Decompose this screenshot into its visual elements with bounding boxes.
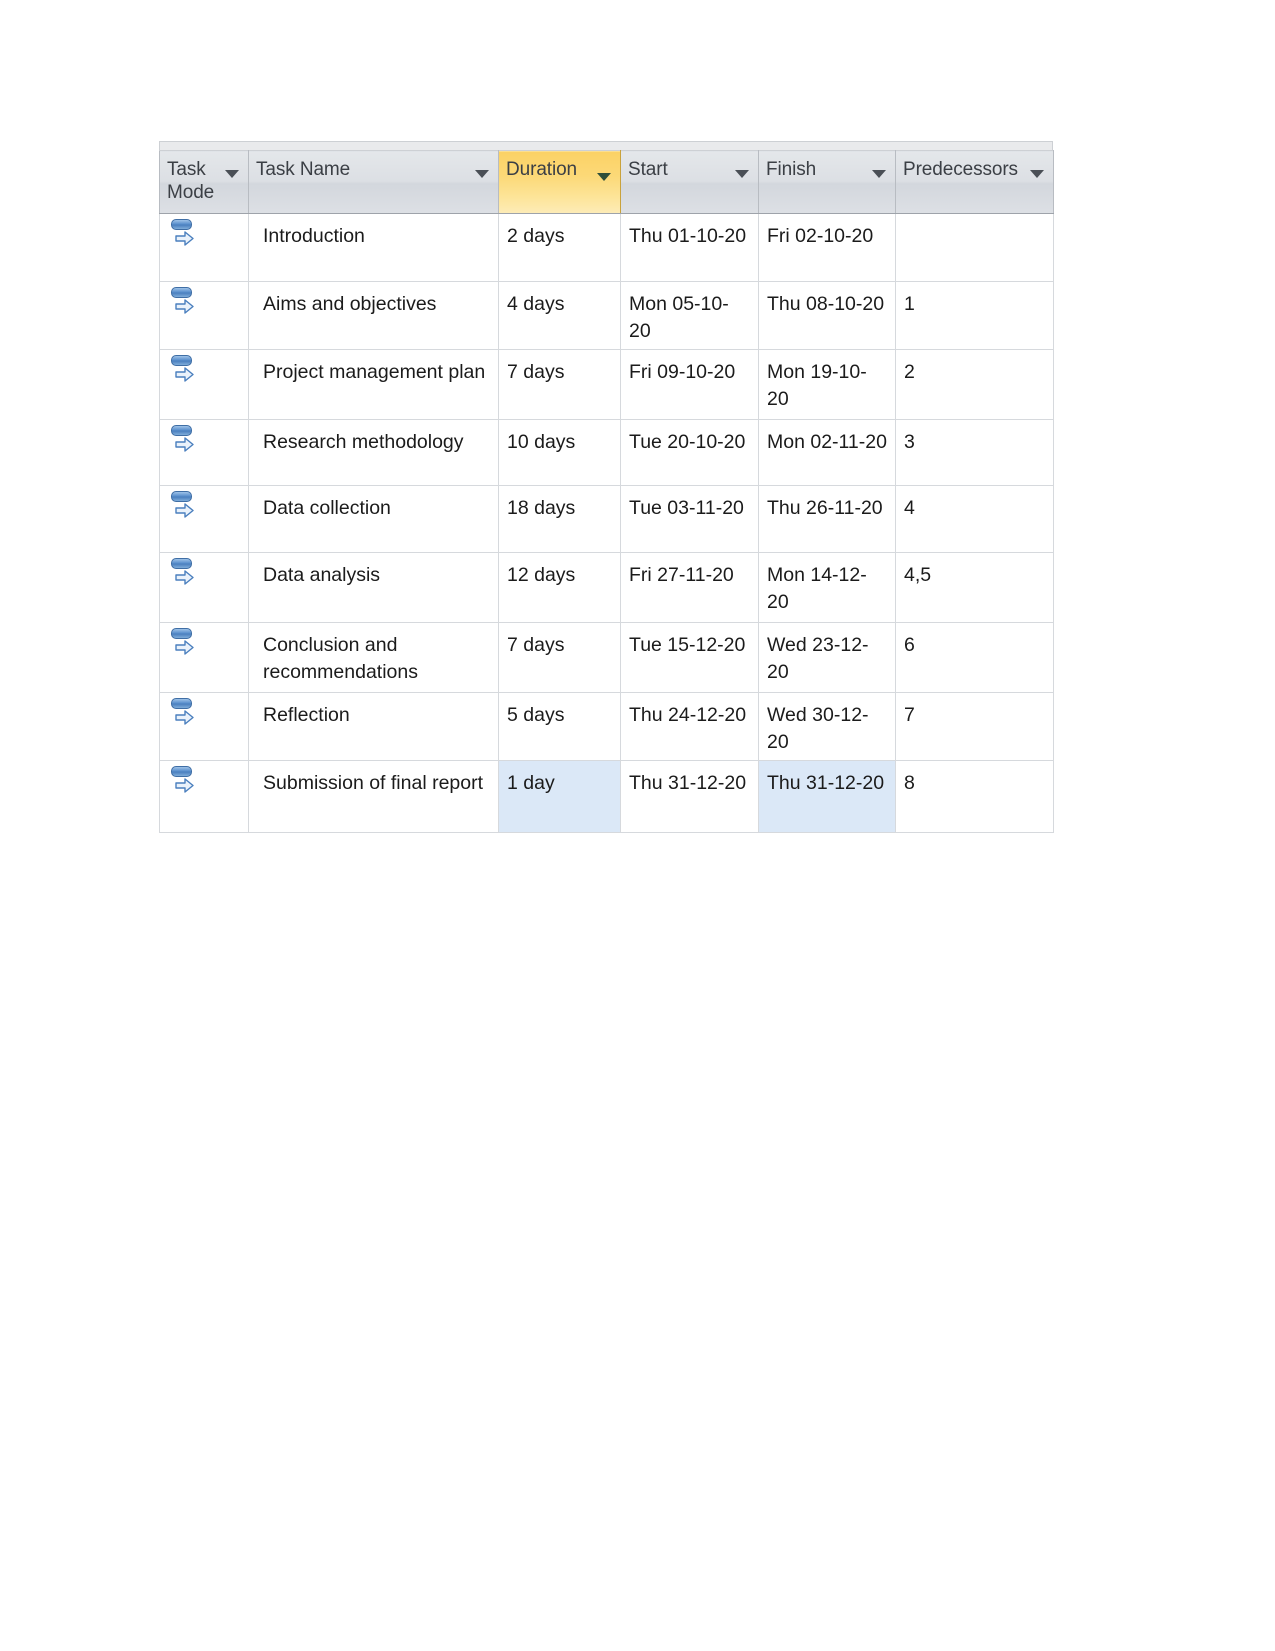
cell-duration[interactable]: 4 days — [498, 281, 621, 350]
cell-finish[interactable]: Thu 31-12-20 — [758, 760, 896, 833]
table-row[interactable]: Reflection 5 days Thu 24-12-20 Wed 30-12… — [159, 692, 1054, 761]
chevron-down-icon[interactable] — [1030, 170, 1044, 178]
cell-finish[interactable]: Wed 30-12-20 — [758, 692, 896, 761]
cell-predecessors[interactable]: 4 — [895, 485, 1054, 553]
chevron-down-icon[interactable] — [475, 170, 489, 178]
column-header-predecessors[interactable]: Predecessors — [895, 150, 1054, 214]
column-header-finish[interactable]: Finish — [758, 150, 896, 214]
cell-task-mode[interactable] — [159, 622, 249, 693]
auto-scheduled-icon — [169, 218, 199, 249]
cell-predecessors[interactable]: 2 — [895, 349, 1054, 420]
cell-start[interactable]: Tue 03-11-20 — [620, 485, 759, 553]
cell-predecessors[interactable]: 8 — [895, 760, 1054, 833]
auto-scheduled-icon — [169, 557, 199, 588]
task-grid: Task Mode Task Name Duration Start Finis… — [159, 150, 1054, 833]
cell-task-name[interactable]: Data collection — [248, 485, 499, 553]
cell-task-mode[interactable] — [159, 552, 249, 623]
cell-task-mode[interactable] — [159, 213, 249, 282]
table-row[interactable]: Conclusion and recommendations 7 days Tu… — [159, 622, 1054, 693]
cell-duration[interactable]: 10 days — [498, 419, 621, 486]
cell-task-mode[interactable] — [159, 281, 249, 350]
cell-task-name[interactable]: Submission of final report — [248, 760, 499, 833]
cell-start[interactable]: Tue 15-12-20 — [620, 622, 759, 693]
cell-duration[interactable]: 7 days — [498, 349, 621, 420]
cell-task-name[interactable]: Data analysis — [248, 552, 499, 623]
cell-task-name[interactable]: Research methodology — [248, 419, 499, 486]
cell-finish[interactable]: Thu 08-10-20 — [758, 281, 896, 350]
table-row-selected[interactable]: Submission of final report 1 day Thu 31-… — [159, 760, 1054, 833]
cell-duration[interactable]: 5 days — [498, 692, 621, 761]
cell-task-name[interactable]: Introduction — [248, 213, 499, 282]
cell-duration[interactable]: 2 days — [498, 213, 621, 282]
auto-scheduled-icon — [169, 765, 199, 796]
task-entry-table: Task Mode Task Name Duration Start Finis… — [159, 141, 1054, 833]
cell-start[interactable]: Mon 05-10-20 — [620, 281, 759, 350]
column-header-task-name[interactable]: Task Name — [248, 150, 499, 214]
cell-finish[interactable]: Thu 26-11-20 — [758, 485, 896, 553]
cell-duration[interactable]: 18 days — [498, 485, 621, 553]
column-header-start[interactable]: Start — [620, 150, 759, 214]
cell-task-mode[interactable] — [159, 692, 249, 761]
auto-scheduled-icon — [169, 490, 199, 521]
cell-task-name[interactable]: Project management plan — [248, 349, 499, 420]
table-top-strip — [159, 141, 1053, 150]
arrow-right-icon — [175, 437, 194, 452]
cell-duration[interactable]: 1 day — [498, 760, 621, 833]
arrow-right-icon — [175, 231, 194, 246]
arrow-right-icon — [175, 640, 194, 655]
auto-scheduled-icon — [169, 354, 199, 385]
cell-finish[interactable]: Mon 14-12-20 — [758, 552, 896, 623]
arrow-right-icon — [175, 570, 194, 585]
cell-task-mode[interactable] — [159, 485, 249, 553]
column-header-duration[interactable]: Duration — [498, 150, 621, 214]
table-row[interactable]: Data collection 18 days Tue 03-11-20 Thu… — [159, 485, 1054, 553]
auto-scheduled-icon — [169, 286, 199, 317]
cell-finish[interactable]: Mon 19-10-20 — [758, 349, 896, 420]
cell-task-name[interactable]: Reflection — [248, 692, 499, 761]
table-row[interactable]: Introduction 2 days Thu 01-10-20 Fri 02-… — [159, 213, 1054, 282]
arrow-right-icon — [175, 299, 194, 314]
chevron-down-icon[interactable] — [872, 170, 886, 178]
cell-predecessors[interactable]: 3 — [895, 419, 1054, 486]
cell-task-name[interactable]: Aims and objectives — [248, 281, 499, 350]
auto-scheduled-icon — [169, 424, 199, 455]
cell-start[interactable]: Thu 31-12-20 — [620, 760, 759, 833]
chevron-down-icon[interactable] — [597, 173, 611, 181]
table-row[interactable]: Research methodology 10 days Tue 20-10-2… — [159, 419, 1054, 486]
column-header-label: Task Name — [256, 159, 351, 180]
chevron-down-icon[interactable] — [225, 170, 239, 178]
cell-predecessors[interactable]: 6 — [895, 622, 1054, 693]
cell-start[interactable]: Fri 09-10-20 — [620, 349, 759, 420]
table-row[interactable]: Data analysis 12 days Fri 27-11-20 Mon 1… — [159, 552, 1054, 623]
cell-finish[interactable]: Fri 02-10-20 — [758, 213, 896, 282]
arrow-right-icon — [175, 710, 194, 725]
arrow-right-icon — [175, 503, 194, 518]
auto-scheduled-icon — [169, 627, 199, 658]
cell-task-mode[interactable] — [159, 419, 249, 486]
cell-finish[interactable]: Mon 02-11-20 — [758, 419, 896, 486]
auto-scheduled-icon — [169, 697, 199, 728]
table-row[interactable]: Project management plan 7 days Fri 09-10… — [159, 349, 1054, 420]
cell-duration[interactable]: 7 days — [498, 622, 621, 693]
cell-predecessors[interactable]: 1 — [895, 281, 1054, 350]
cell-start[interactable]: Thu 01-10-20 — [620, 213, 759, 282]
table-header-row: Task Mode Task Name Duration Start Finis… — [159, 150, 1054, 214]
cell-predecessors[interactable]: 4,5 — [895, 552, 1054, 623]
cell-start[interactable]: Tue 20-10-20 — [620, 419, 759, 486]
cell-finish[interactable]: Wed 23-12-20 — [758, 622, 896, 693]
cell-task-mode[interactable] — [159, 760, 249, 833]
cell-task-mode[interactable] — [159, 349, 249, 420]
arrow-right-icon — [175, 778, 194, 793]
cell-start[interactable]: Fri 27-11-20 — [620, 552, 759, 623]
cell-predecessors[interactable]: 7 — [895, 692, 1054, 761]
cell-start[interactable]: Thu 24-12-20 — [620, 692, 759, 761]
table-row[interactable]: Aims and objectives 4 days Mon 05-10-20 … — [159, 281, 1054, 350]
cell-predecessors[interactable] — [895, 213, 1054, 282]
chevron-down-icon[interactable] — [735, 170, 749, 178]
arrow-right-icon — [175, 367, 194, 382]
table-body: Introduction 2 days Thu 01-10-20 Fri 02-… — [159, 213, 1054, 833]
cell-duration[interactable]: 12 days — [498, 552, 621, 623]
column-header-task-mode[interactable]: Task Mode — [159, 150, 249, 214]
cell-task-name[interactable]: Conclusion and recommendations — [248, 622, 499, 693]
